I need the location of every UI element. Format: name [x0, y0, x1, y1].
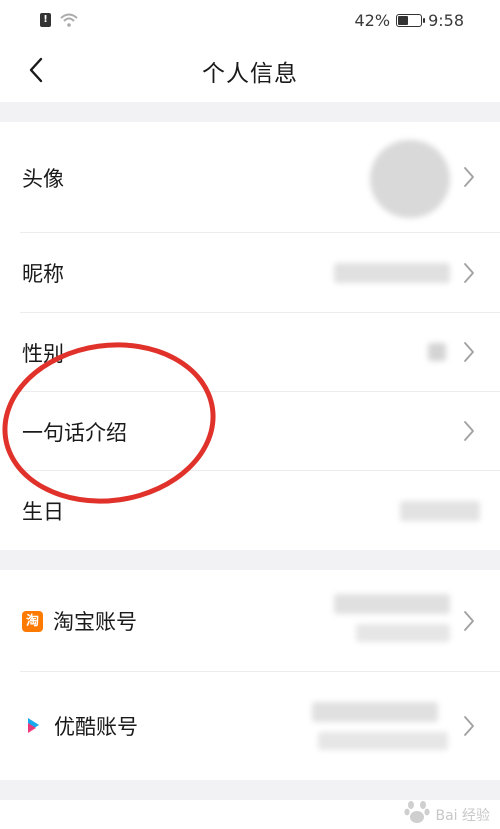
youku-account-value [312, 702, 438, 722]
section-gap [0, 780, 500, 800]
row-label-avatar: 头像 [22, 166, 64, 191]
chevron-right-icon [464, 716, 474, 736]
chevron-left-icon [29, 57, 43, 83]
gender-value [428, 343, 446, 361]
row-label-nickname: 昵称 [22, 262, 64, 286]
wifi-icon [60, 13, 78, 27]
section-gap [0, 550, 500, 570]
chevron-right-icon [464, 263, 474, 283]
status-time: 9:58 [428, 10, 464, 30]
chevron-right-icon [464, 421, 474, 441]
avatar-row[interactable]: 头像 [0, 122, 500, 233]
taobao-account-label: 淘 淘宝账号 [22, 606, 137, 636]
chevron-right-icon [464, 342, 474, 362]
youku-account-subvalue [318, 732, 448, 750]
personal-info-screen: ! 42% 9:58 个人信息 头像 昵称 性别 一句话介绍 生日 淘 淘宝账号… [0, 0, 500, 829]
taobao-icon: 淘 [22, 610, 43, 632]
youku-account-label: 优酷账号 [22, 711, 138, 741]
battery-icon [396, 13, 426, 27]
watermark-text: Bai 经验 [435, 808, 490, 824]
page-title: 个人信息 [202, 61, 298, 87]
chevron-right-icon [464, 611, 474, 631]
taobao-account-subvalue [356, 624, 450, 642]
row-label-taobao: 淘宝账号 [53, 610, 137, 634]
nickname-value [334, 263, 450, 283]
birthday-value [400, 501, 480, 521]
watermark: Bai 经验 [403, 799, 490, 825]
sim-alert-icon: ! [40, 13, 51, 27]
status-bar: ! 42% 9:58 [0, 0, 500, 40]
chevron-right-icon [464, 167, 474, 187]
avatar-image[interactable] [370, 140, 450, 218]
paw-icon [404, 801, 431, 823]
battery-percentage: 42% [354, 10, 391, 30]
row-label-youku: 优酷账号 [54, 715, 138, 739]
youku-account-row[interactable]: 优酷账号 [0, 672, 500, 780]
youku-icon [28, 718, 39, 733]
title-bar: 个人信息 [0, 40, 500, 102]
back-button[interactable] [16, 50, 56, 90]
status-left: ! [40, 13, 79, 27]
row-label-birthday: 生日 [22, 499, 64, 524]
section-gap [0, 102, 500, 122]
taobao-account-value [334, 594, 450, 614]
nickname-row[interactable]: 昵称 [0, 233, 500, 313]
taobao-account-row[interactable]: 淘 淘宝账号 [0, 570, 500, 672]
status-right: 42% 9:58 [355, 11, 465, 30]
